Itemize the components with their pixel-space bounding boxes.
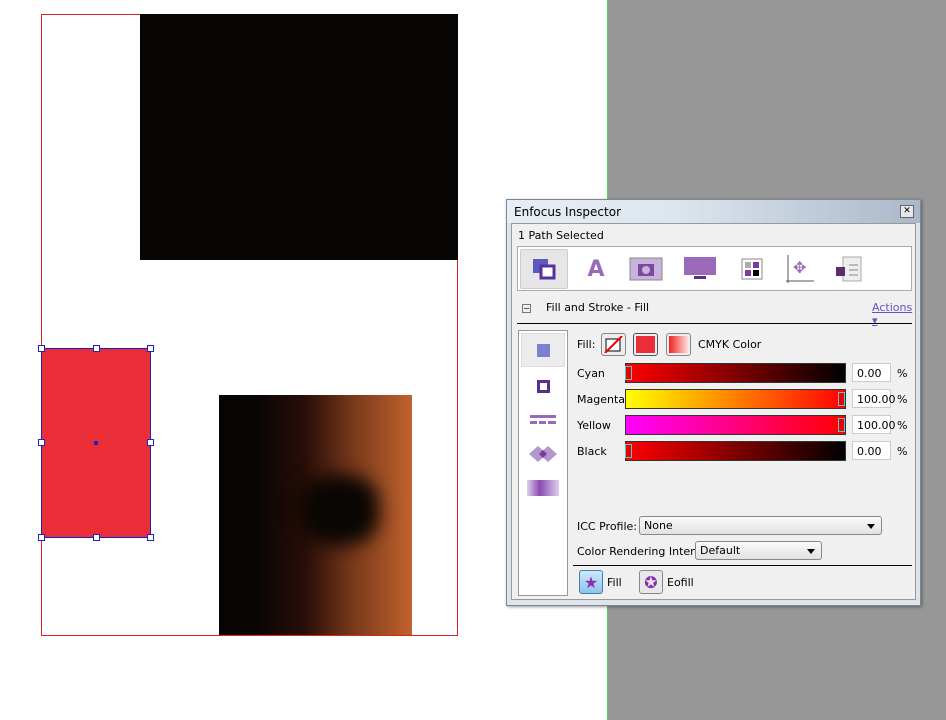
panel-title: Enfocus Inspector — [514, 205, 621, 219]
color-mode-label: CMYK Color — [698, 338, 762, 351]
black-rectangle-object[interactable] — [140, 14, 458, 260]
selection-status: 1 Path Selected — [518, 229, 604, 242]
fill-button-label: Fill — [607, 576, 622, 589]
selection-handle[interactable] — [38, 534, 45, 541]
black-slider[interactable] — [625, 441, 846, 461]
enfocus-inspector-panel: Enfocus Inspector ✕ 1 Path Selected A ✥ … — [506, 199, 921, 606]
gradient-fill-swatch[interactable] — [666, 333, 691, 356]
panel-body: 1 Path Selected A ✥ − Fill and Stroke - … — [511, 223, 916, 600]
position-icon[interactable]: ✥ — [776, 249, 824, 289]
rendering-intent-value: Default — [700, 544, 741, 557]
inspector-toolbar: A ✥ — [517, 246, 912, 291]
dash-pattern-icon[interactable] — [521, 403, 565, 437]
cyan-slider-thumb[interactable] — [625, 366, 632, 380]
title-bar[interactable]: Enfocus Inspector ✕ — [507, 200, 920, 223]
eofill-button[interactable]: ✪ — [639, 570, 663, 594]
selection-handle[interactable] — [93, 534, 100, 541]
selection-handle[interactable] — [147, 345, 154, 352]
icc-profile-dropdown[interactable]: None — [639, 516, 882, 535]
percent-label: % — [897, 445, 908, 458]
color-separations-icon[interactable] — [728, 249, 776, 289]
selection-handle[interactable] — [38, 439, 45, 446]
black-label: Black — [577, 445, 607, 458]
document-info-icon[interactable] — [824, 249, 872, 289]
display-icon[interactable] — [676, 249, 724, 289]
magenta-label: Magenta — [577, 393, 626, 406]
magenta-slider-thumb[interactable] — [838, 392, 845, 406]
yellow-slider-thumb[interactable] — [838, 418, 845, 432]
eofill-button-label: Eofill — [667, 576, 694, 589]
divider — [517, 323, 912, 324]
overprint-icon[interactable] — [521, 437, 565, 471]
dark-blob — [299, 475, 379, 545]
magenta-slider[interactable] — [625, 389, 846, 409]
star-outline-icon: ✪ — [644, 572, 658, 592]
cyan-slider[interactable] — [625, 363, 846, 383]
transparency-icon[interactable] — [521, 471, 565, 505]
rendering-intent-label: Color Rendering Intent: — [577, 545, 706, 558]
fill-label: Fill: — [577, 338, 596, 351]
text-icon[interactable]: A — [572, 249, 620, 289]
chevron-down-icon — [807, 549, 815, 554]
actions-label: Actions — [872, 301, 913, 314]
yellow-slider[interactable] — [625, 415, 846, 435]
gradient-image-object[interactable] — [219, 395, 412, 635]
stroke-mode-icon[interactable] — [521, 369, 565, 403]
fill-stroke-sidebar — [518, 330, 568, 596]
svg-text:✥: ✥ — [793, 258, 806, 277]
percent-label: % — [897, 367, 908, 380]
fill-mode-icon[interactable] — [521, 333, 565, 367]
selection-handle[interactable] — [147, 534, 154, 541]
black-value-input[interactable]: 0.00 — [852, 441, 891, 460]
no-fill-swatch[interactable] — [601, 333, 626, 356]
close-icon[interactable]: ✕ — [900, 205, 914, 218]
collapse-icon[interactable]: − — [522, 304, 531, 313]
yellow-value-input[interactable]: 100.00 — [852, 415, 896, 434]
section-title: Fill and Stroke - Fill — [546, 301, 650, 314]
fill-stroke-icon[interactable] — [520, 249, 568, 289]
yellow-label: Yellow — [577, 419, 611, 432]
center-point — [94, 441, 98, 445]
cyan-label: Cyan — [577, 367, 605, 380]
rendering-intent-dropdown[interactable]: Default — [695, 541, 822, 560]
icc-profile-value: None — [644, 519, 673, 532]
selection-handle[interactable] — [147, 439, 154, 446]
cyan-value-input[interactable]: 0.00 — [852, 363, 891, 382]
chevron-down-icon — [867, 524, 875, 529]
black-slider-thumb[interactable] — [625, 444, 632, 458]
percent-label: % — [897, 393, 908, 406]
icc-profile-label: ICC Profile: — [577, 520, 638, 533]
selection-handle[interactable] — [93, 345, 100, 352]
selected-red-path[interactable] — [38, 345, 154, 541]
divider — [573, 565, 912, 566]
percent-label: % — [897, 419, 908, 432]
star-icon: ★ — [583, 572, 599, 592]
fill-button[interactable]: ★ — [579, 570, 603, 594]
image-icon[interactable] — [622, 249, 670, 289]
magenta-value-input[interactable]: 100.00 — [852, 389, 896, 408]
solid-fill-swatch[interactable] — [633, 333, 658, 356]
selection-handle[interactable] — [38, 345, 45, 352]
